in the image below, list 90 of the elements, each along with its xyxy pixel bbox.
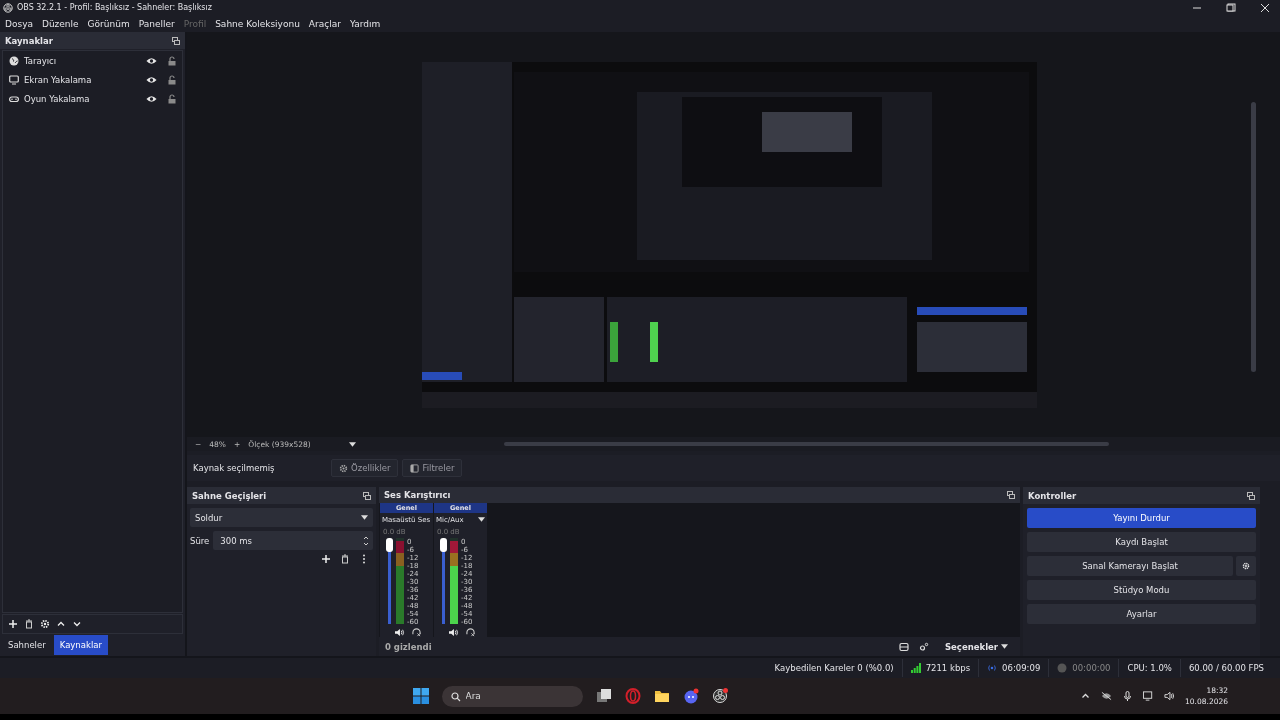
signal-icon bbox=[910, 663, 921, 673]
toolbar-button[interactable]: Filtreler bbox=[402, 459, 463, 477]
filter-icon bbox=[410, 463, 420, 473]
menu-item[interactable]: Görünüm bbox=[87, 18, 130, 29]
fps-counter: 60.00 / 60.00 FPS bbox=[1188, 663, 1264, 673]
monitor-icon bbox=[9, 74, 19, 85]
volume-slider[interactable] bbox=[440, 538, 447, 626]
source-name[interactable]: Oyun Yakalama bbox=[24, 93, 90, 104]
undock-icon[interactable] bbox=[1007, 491, 1015, 499]
task-view-icon[interactable] bbox=[595, 688, 612, 704]
undock-icon[interactable] bbox=[172, 36, 180, 45]
trash-icon[interactable] bbox=[24, 619, 34, 629]
gear-icon[interactable] bbox=[40, 619, 50, 629]
dropped-frames: Kaybedilen Kareler 0 (%0.0) bbox=[774, 663, 894, 673]
dock-title: Kontroller bbox=[1028, 490, 1077, 501]
cpu-usage: CPU: 1.0% bbox=[1127, 663, 1172, 673]
add-icon[interactable] bbox=[8, 619, 18, 629]
network-icon[interactable] bbox=[1143, 691, 1155, 701]
status-label: Kaynak seçilmemiş bbox=[193, 463, 276, 473]
dock-tab[interactable]: Sahneler bbox=[2, 635, 52, 655]
menu-item[interactable]: Sahne Koleksiyonu bbox=[215, 18, 300, 29]
dock-title: Kaynaklar bbox=[5, 35, 53, 46]
bitrate: 7211 kbps bbox=[925, 663, 971, 673]
caret-icon bbox=[478, 517, 485, 522]
dock-title: Sahne Geçişleri bbox=[192, 490, 267, 501]
undock-icon[interactable] bbox=[1247, 491, 1255, 500]
source-name[interactable]: Tarayıcı bbox=[24, 55, 57, 66]
transition-dropdown[interactable]: Soldur bbox=[190, 508, 373, 527]
headphones-icon[interactable] bbox=[465, 628, 476, 637]
hidden-count[interactable]: 0 gizlendi bbox=[385, 641, 432, 652]
add-icon[interactable] bbox=[321, 554, 331, 564]
menu-item[interactable]: Araçlar bbox=[308, 18, 341, 29]
control-button[interactable]: Yayını Durdur bbox=[1027, 508, 1256, 528]
dock-title: Ses Karıştırıcı bbox=[384, 490, 451, 500]
broadcast-icon bbox=[987, 663, 998, 673]
lock-icon[interactable] bbox=[168, 74, 176, 85]
options-button[interactable]: Seçenekler bbox=[938, 641, 1020, 652]
control-button[interactable]: Ayarlar bbox=[1027, 604, 1256, 624]
record-icon bbox=[1057, 663, 1068, 673]
source-name[interactable]: Ekran Yakalama bbox=[24, 74, 92, 85]
ring-icon[interactable] bbox=[624, 688, 641, 704]
maximize-icon[interactable] bbox=[1226, 2, 1236, 13]
scrollbar[interactable] bbox=[503, 442, 1109, 446]
control-button[interactable]: Kaydı Başlat bbox=[1027, 532, 1256, 552]
menu-item[interactable]: Düzenle bbox=[41, 18, 79, 29]
control-button[interactable]: Sanal Kamerayı Başlat bbox=[1027, 556, 1233, 576]
eye-icon[interactable] bbox=[146, 94, 157, 103]
microphone-icon[interactable] bbox=[1122, 691, 1134, 701]
chat-app-icon[interactable] bbox=[682, 688, 699, 704]
volume-icon[interactable] bbox=[1164, 691, 1176, 701]
eye-off-icon[interactable] bbox=[1101, 691, 1113, 701]
toolbar-button[interactable]: Özellikler bbox=[331, 459, 399, 477]
globe-icon bbox=[9, 55, 19, 66]
dock-tab[interactable]: Kaynaklar bbox=[53, 635, 108, 655]
eye-icon[interactable] bbox=[146, 75, 157, 84]
duration-label: Süre bbox=[190, 535, 210, 546]
lock-icon[interactable] bbox=[168, 93, 176, 104]
search-field[interactable]: Ara bbox=[441, 685, 583, 707]
app-logo-icon bbox=[3, 2, 13, 13]
windows-logo-icon[interactable] bbox=[412, 688, 429, 704]
menu-item[interactable]: Paneller bbox=[138, 18, 175, 29]
speaker-icon[interactable] bbox=[394, 628, 405, 637]
menu-item[interactable]: Dosya bbox=[5, 18, 33, 29]
volume-slider[interactable] bbox=[386, 538, 393, 626]
scrollbar[interactable] bbox=[1251, 102, 1256, 372]
layout-icon[interactable] bbox=[898, 641, 909, 652]
gear-icon bbox=[339, 463, 348, 473]
window-title: OBS 32.2.1 - Profil: Başlıksız - Sahneler: Başlıksız bbox=[17, 3, 212, 12]
close-icon[interactable] bbox=[1260, 2, 1270, 13]
duration-field[interactable]: 300 ms bbox=[213, 531, 373, 550]
caret-icon bbox=[1001, 644, 1008, 649]
trash-icon[interactable] bbox=[340, 554, 350, 564]
stream-time: 06:09:09 bbox=[1002, 663, 1041, 673]
control-button[interactable]: Stüdyo Modu bbox=[1027, 580, 1256, 600]
gamepad-icon bbox=[9, 93, 19, 104]
speaker-icon[interactable] bbox=[448, 628, 459, 637]
link-icon[interactable] bbox=[918, 641, 929, 652]
spin-arrows-icon[interactable] bbox=[363, 534, 369, 547]
eye-icon[interactable] bbox=[146, 56, 157, 65]
caret-icon[interactable] bbox=[348, 441, 356, 447]
settings-button[interactable] bbox=[1236, 556, 1256, 576]
lock-icon[interactable] bbox=[168, 55, 176, 66]
record-time: 00:00:00 bbox=[1072, 663, 1111, 673]
caret-icon bbox=[361, 515, 368, 520]
undock-icon[interactable] bbox=[363, 491, 371, 500]
app-logo-icon[interactable] bbox=[711, 688, 728, 704]
menu-item[interactable]: Yardım bbox=[349, 18, 381, 29]
gear-icon bbox=[1242, 561, 1250, 571]
headphones-icon[interactable] bbox=[411, 628, 422, 637]
folder-icon[interactable] bbox=[653, 688, 670, 704]
